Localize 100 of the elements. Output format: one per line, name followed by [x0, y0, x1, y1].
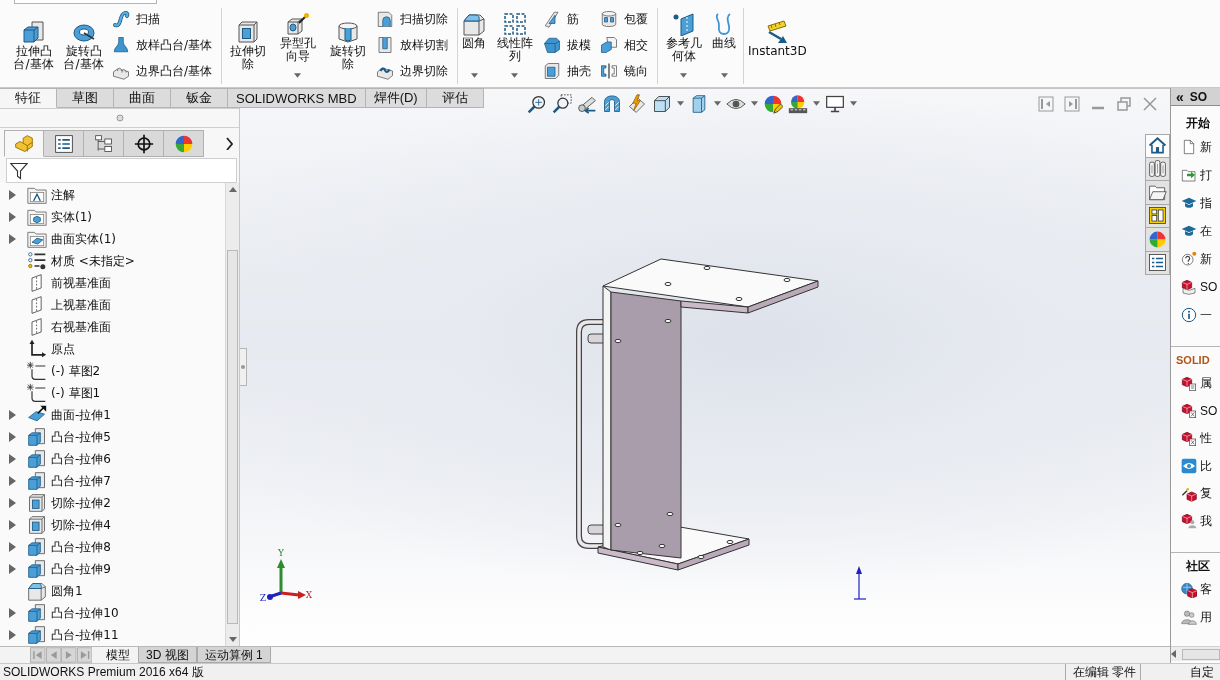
command-tab[interactable]: 评估 — [426, 88, 484, 108]
ribbon-button[interactable]: 边界切除 — [374, 58, 453, 84]
scroll-thumb[interactable] — [227, 250, 238, 624]
ribbon-button[interactable]: 拉伸切除 — [224, 8, 272, 84]
tree-item[interactable]: 凸台-拉伸10 — [51, 604, 119, 622]
task-link[interactable]: 打 — [1200, 166, 1212, 184]
expand-arrow-icon[interactable] — [9, 520, 16, 530]
magnifier-frame-icon[interactable] — [552, 93, 572, 114]
task-link[interactable]: 属 — [1200, 375, 1212, 393]
task-link[interactable]: 一 — [1200, 306, 1212, 324]
expand-arrow-icon[interactable] — [9, 564, 16, 574]
expand-arrow-icon[interactable] — [9, 476, 16, 486]
scrollbar[interactable] — [225, 183, 239, 646]
expand-arrow-icon[interactable] — [9, 542, 16, 552]
lightning-page-icon[interactable] — [627, 93, 647, 114]
ribbon-button[interactable]: 线性阵列 — [491, 8, 539, 84]
scrollbar[interactable] — [1171, 646, 1220, 661]
ribbon-button[interactable]: 相交 — [598, 32, 653, 58]
half-cylinder-icon[interactable] — [602, 93, 622, 114]
ribbon-button[interactable]: 边界凸台/基体 — [110, 58, 217, 84]
task-link[interactable]: 用 — [1200, 608, 1212, 626]
tree-item[interactable]: 凸台-拉伸7 — [51, 472, 111, 490]
caret-icon[interactable] — [511, 73, 519, 78]
collapse-button[interactable]: « — [1176, 89, 1184, 104]
task-link[interactable]: 性 — [1200, 430, 1212, 448]
view-tab[interactable]: 运动算例 1 — [196, 647, 271, 663]
color-ball-pencil-icon[interactable] — [763, 93, 783, 114]
task-link[interactable]: 新 — [1200, 250, 1212, 268]
ribbon-button[interactable]: 扫描 — [110, 6, 217, 32]
ribbon-button[interactable]: 曲线 — [710, 8, 739, 84]
color-ball-scene-icon[interactable] — [788, 93, 808, 114]
task-link[interactable]: SO — [1200, 404, 1218, 419]
task-link[interactable]: 客 — [1200, 581, 1212, 599]
command-tab[interactable]: 曲面 — [114, 88, 171, 108]
ribbon-button[interactable]: 扫描切除 — [374, 6, 453, 32]
command-tab[interactable]: 草图 — [57, 88, 114, 108]
task-pane-tab[interactable] — [1145, 181, 1170, 205]
handle-dot-icon[interactable] — [115, 114, 124, 122]
tree-item[interactable]: 实体(1) — [51, 208, 92, 226]
chevron-right-icon[interactable] — [225, 137, 233, 150]
tree-item[interactable]: 右视基准面 — [51, 318, 111, 336]
splitter-handle[interactable] — [240, 348, 247, 386]
ribbon-button[interactable]: 包覆 — [598, 6, 653, 32]
monitor-icon[interactable] — [825, 93, 845, 114]
tree-item[interactable]: 上视基准面 — [51, 296, 111, 314]
tree-item[interactable]: 凸台-拉伸8 — [51, 538, 111, 556]
task-link[interactable]: 比 — [1200, 457, 1212, 475]
caret-icon[interactable] — [714, 101, 721, 106]
scroll-down-icon[interactable] — [228, 637, 237, 642]
tree-item[interactable]: 凸台-拉伸6 — [51, 450, 111, 468]
ribbon-button[interactable]: 旋转切除 — [324, 8, 372, 84]
tree-item[interactable]: 切除-拉伸2 — [51, 494, 111, 512]
tile-left-icon[interactable] — [1038, 95, 1054, 112]
task-link[interactable]: 指 — [1200, 194, 1212, 212]
caret-icon[interactable] — [294, 73, 302, 78]
expand-arrow-icon[interactable] — [9, 212, 16, 222]
ribbon-button[interactable]: 放样凸台/基体 — [110, 32, 217, 58]
tree-item[interactable]: 材质 <未指定> — [51, 252, 135, 270]
task-pane-tab[interactable] — [1145, 134, 1170, 158]
tree-item[interactable]: 前视基准面 — [51, 274, 111, 292]
tile-right-icon[interactable] — [1064, 95, 1080, 112]
scroll-up-icon[interactable] — [228, 187, 237, 192]
panel-tab[interactable] — [84, 130, 124, 157]
tree-item[interactable]: 凸台-拉伸11 — [51, 626, 119, 644]
ribbon-button[interactable]: 抽壳 — [541, 58, 596, 84]
tree-item[interactable]: (-) 草图2 — [51, 362, 101, 380]
filter-field[interactable] — [6, 158, 237, 183]
expand-arrow-icon[interactable] — [9, 498, 16, 508]
tree-item[interactable]: 圆角1 — [51, 582, 83, 600]
ribbon-button[interactable]: 拔模 — [541, 32, 596, 58]
tree-item[interactable]: 注解 — [51, 186, 75, 204]
status-text[interactable]: 自定 — [1178, 664, 1220, 680]
tree-item[interactable]: 原点 — [51, 340, 75, 358]
ribbon-button[interactable]: 拉伸凸台/基体 — [10, 8, 57, 84]
command-tab[interactable]: 焊件(D) — [365, 88, 427, 108]
view-tab[interactable]: 3D 视图 — [138, 647, 197, 663]
tree-item[interactable]: 曲面-拉伸1 — [51, 406, 111, 424]
expand-arrow-icon[interactable] — [9, 234, 16, 244]
tree-item[interactable]: 切除-拉伸4 — [51, 516, 111, 534]
task-link[interactable]: 新 — [1200, 138, 1212, 156]
caret-icon[interactable] — [813, 101, 820, 106]
tree-item[interactable]: (-) 草图1 — [51, 384, 101, 402]
scroll-thumb[interactable] — [1182, 648, 1220, 660]
expand-arrow-icon[interactable] — [9, 608, 16, 618]
caret-icon[interactable] — [850, 101, 857, 106]
tree-item[interactable]: 曲面实体(1) — [51, 230, 116, 248]
ribbon-button[interactable]: 旋转凸台/基体 — [60, 8, 107, 84]
caret-icon[interactable] — [720, 73, 728, 78]
task-pane-tab[interactable] — [1145, 251, 1170, 275]
ribbon-button[interactable]: 筋 — [541, 6, 596, 32]
tree-item[interactable]: 凸台-拉伸5 — [51, 428, 111, 446]
magnifier-icon[interactable] — [527, 93, 547, 114]
task-link[interactable]: SO — [1200, 280, 1218, 294]
ribbon-button[interactable]: 镜向 — [598, 58, 653, 84]
task-pane-tab[interactable] — [1145, 228, 1170, 252]
expand-arrow-icon[interactable] — [9, 454, 16, 464]
caret-icon[interactable] — [680, 73, 688, 78]
command-tab[interactable]: 钣金 — [171, 88, 228, 108]
expand-arrow-icon[interactable] — [9, 630, 16, 640]
command-tab[interactable]: SOLIDWORKS MBD — [228, 88, 366, 108]
